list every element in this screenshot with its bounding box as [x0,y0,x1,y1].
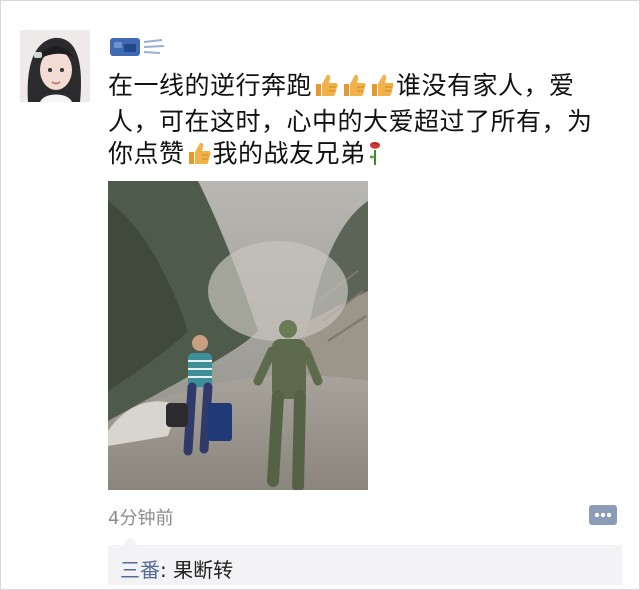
post-text-part-1: 在一线的逆行奔跑 [108,71,313,100]
rose-icon [367,140,383,174]
obscured-name-icon [110,38,165,56]
comments-section: 三番: 果断转 [108,537,622,585]
comment-dots-icon [589,505,617,525]
thumbs-up-icon [186,140,212,174]
thumbs-up-icon [341,72,367,106]
avatar[interactable] [20,30,90,102]
post-photo[interactable] [108,181,368,490]
post-text: 在一线的逆行奔跑 谁没有家人，爱人，可在这时，心中的大爱超过了所有，为你点赞 我的战… [108,70,608,174]
avatar-image [20,30,90,102]
more-actions-button[interactable] [588,502,618,528]
post-text-part-3: 我的战友兄弟 [212,139,366,168]
thumbs-up-icon [369,72,395,106]
comment-author[interactable]: 三番 [120,558,160,582]
username-obscured[interactable] [108,34,166,60]
post-timestamp: 4分钟前 [108,508,174,529]
comment-separator: : [160,558,174,582]
comment-text: 果断转 [173,558,234,582]
comment-item[interactable]: 三番: 果断转 [120,554,233,583]
thumbs-up-icon [313,72,339,106]
photo-image [108,181,368,490]
